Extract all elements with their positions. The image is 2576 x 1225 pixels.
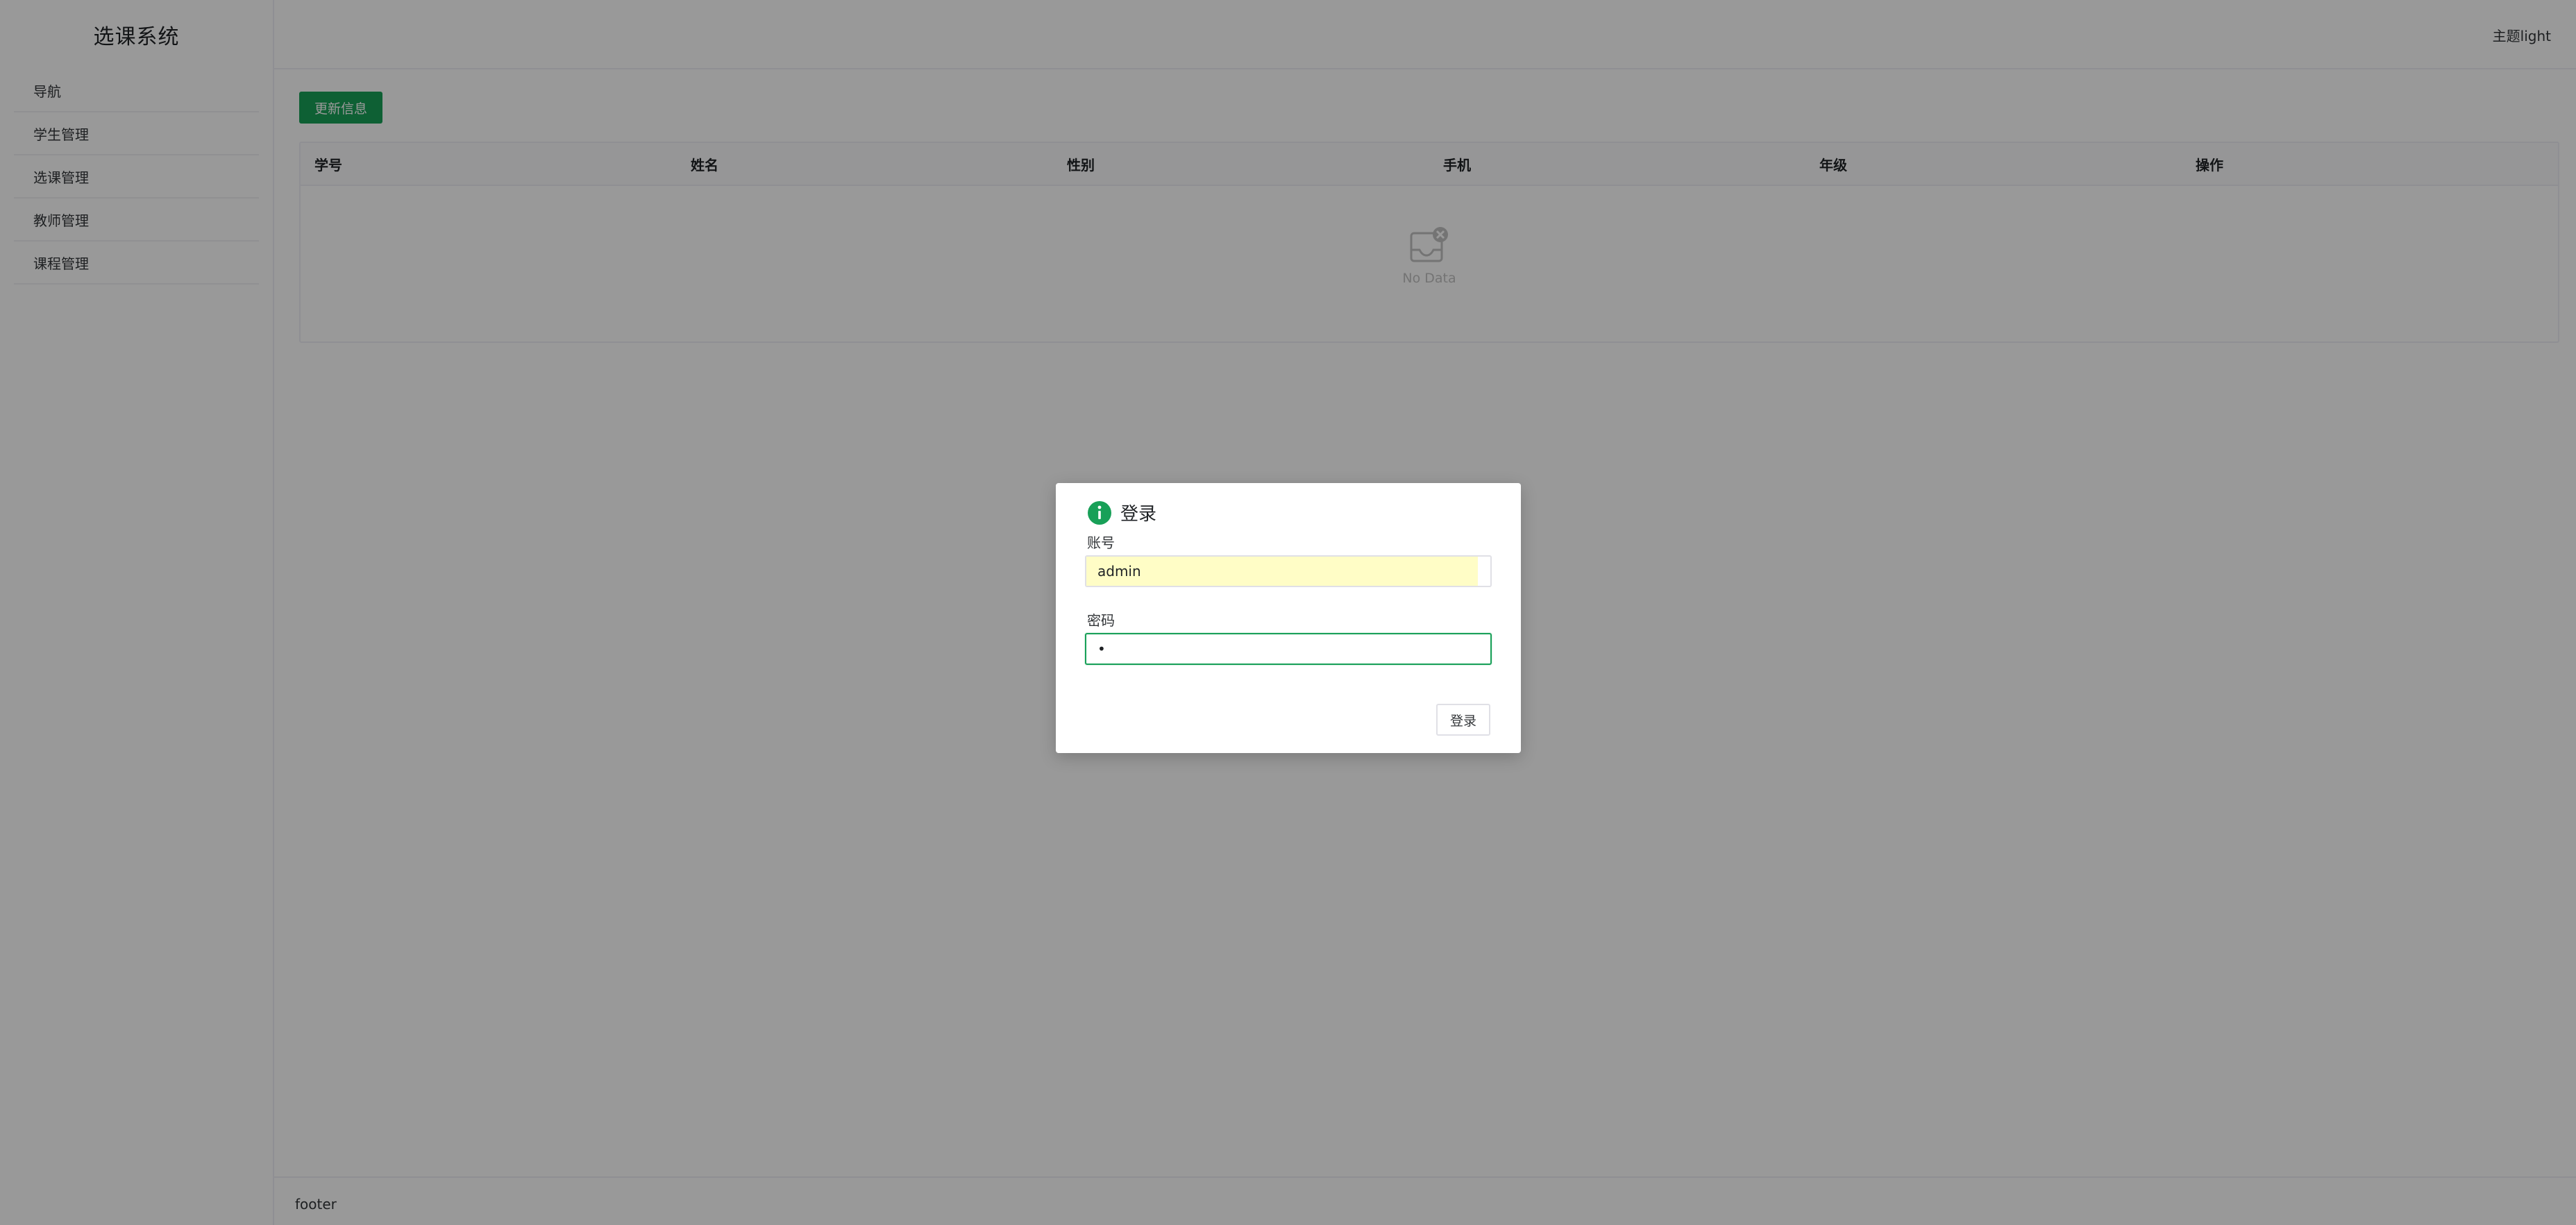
autofill-highlight <box>1086 557 1478 586</box>
app-root: 选课系统 导航 学生管理 选课管理 教师管理 课程管理 主题light 更新信息… <box>0 0 2576 1225</box>
dialog-title: 登录 <box>1120 504 1157 525</box>
account-input[interactable]: admin <box>1085 555 1492 587</box>
password-input[interactable]: • <box>1085 633 1492 665</box>
dialog-header: 登录 <box>1087 500 1156 525</box>
login-button[interactable]: 登录 <box>1436 704 1490 736</box>
login-dialog: 登录 账号 admin 密码 • 登录 <box>1056 483 1521 753</box>
info-icon <box>1088 500 1111 525</box>
password-value: • <box>1097 641 1106 657</box>
password-label: 密码 <box>1087 612 1115 629</box>
account-label: 账号 <box>1087 534 1115 551</box>
account-value: admin <box>1097 563 1141 580</box>
